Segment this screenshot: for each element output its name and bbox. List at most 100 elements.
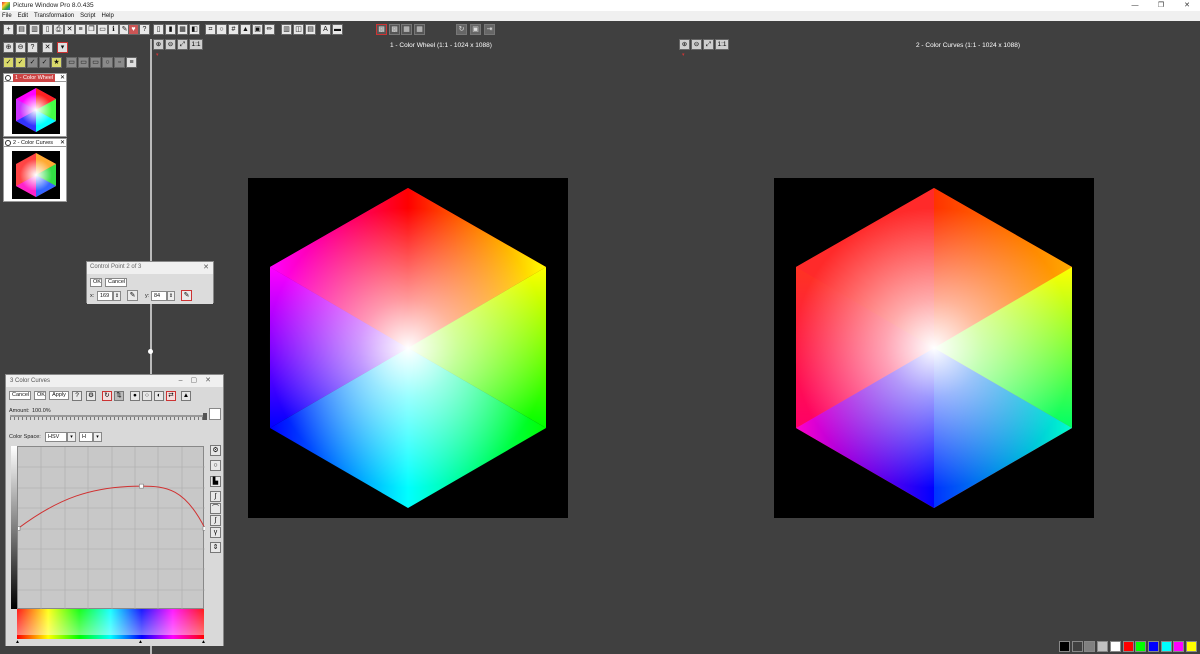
check-icon[interactable]: ✓ (3, 57, 14, 68)
mono-icon[interactable]: ▬ (332, 24, 343, 35)
thumbnail-radio[interactable] (5, 75, 11, 81)
view1-actual-size-button[interactable]: 1:1 (189, 39, 203, 50)
open-icon[interactable]: ▤ (16, 24, 27, 35)
color-curves-window-buttons[interactable]: –▢✕ (179, 376, 219, 384)
export-icon[interactable]: ⇥ (484, 24, 495, 35)
thumbnail-close-icon[interactable]: ✕ (60, 74, 65, 82)
menu-help[interactable]: Help (101, 13, 113, 19)
view1-fit-icon[interactable]: ⤢ (177, 39, 188, 50)
magnify-icon[interactable]: ○ (216, 24, 227, 35)
dropdown-icon[interactable]: ▾ (57, 42, 68, 53)
check-all-icon[interactable]: ✓ (15, 57, 26, 68)
channel-select[interactable]: H (79, 432, 93, 442)
view-double-icon[interactable]: ▮ (165, 24, 176, 35)
dim-tool4-icon[interactable]: ○ (102, 57, 113, 68)
close-button[interactable]: ✕ (1174, 0, 1200, 11)
amount-swatch[interactable] (209, 408, 221, 420)
curves-mask-half-icon[interactable]: ◐ (154, 391, 164, 401)
view2-actual-size-button[interactable]: 1:1 (715, 39, 729, 50)
view-single-icon[interactable]: ▯ (153, 24, 164, 35)
palette-swatch[interactable] (1173, 641, 1185, 652)
star-icon[interactable]: ★ (51, 57, 62, 68)
curves-histogram-icon[interactable]: ▲ (181, 391, 191, 401)
dim-tool1-icon[interactable]: ▭ (66, 57, 77, 68)
help-icon[interactable]: ? (139, 24, 150, 35)
tile-icon[interactable]: ▤ (305, 24, 316, 35)
image-icon[interactable]: ▣ (470, 24, 481, 35)
palette-swatch[interactable] (1160, 641, 1172, 652)
curve-histogram-icon[interactable]: ▙ (210, 476, 221, 487)
thumbnail-color-curves[interactable]: 2 - Color Curves ✕ (3, 138, 67, 202)
thumbnail-close-icon[interactable]: ✕ (60, 139, 65, 147)
copy-icon[interactable]: ❐ (86, 24, 97, 35)
curve-control-points[interactable] (18, 483, 205, 531)
palette-swatch[interactable] (1147, 641, 1159, 652)
color-wheel-canvas[interactable] (248, 178, 568, 518)
menu-script[interactable]: Script (80, 13, 95, 19)
close-doc-icon[interactable]: ✕ (64, 24, 75, 35)
mask-checker-icon[interactable]: ▩ (376, 24, 387, 35)
curves-apply-button[interactable]: Apply (49, 391, 69, 400)
save-icon[interactable]: ▥ (29, 24, 40, 35)
curve-svg[interactable] (18, 447, 205, 610)
palette-swatch[interactable] (1109, 641, 1121, 652)
curves-preview-icon[interactable]: ↻ (102, 391, 112, 401)
view2-fit-icon[interactable]: ⤢ (703, 39, 714, 50)
palette-swatch[interactable] (1135, 641, 1147, 652)
color-space-select[interactable]: HSV (45, 432, 67, 442)
fit-icon[interactable]: ✕ (42, 42, 53, 53)
curve-control-point[interactable] (202, 526, 205, 531)
layout-icon[interactable]: ▥ (281, 24, 292, 35)
curves-undo-icon[interactable]: ⇅ (114, 391, 124, 401)
menu-file[interactable]: File (2, 13, 12, 19)
panel-icon[interactable]: ▯ (42, 24, 53, 35)
compare-icon[interactable]: ◫ (293, 24, 304, 35)
slider-marker-mid-icon[interactable]: ▲ (138, 639, 143, 645)
minimize-button[interactable]: — (1122, 0, 1148, 11)
menu-transformation[interactable]: Transformation (34, 13, 74, 19)
curves-cancel-button[interactable]: Cancel (9, 391, 31, 400)
curve-reset-icon[interactable]: ⇕ (210, 542, 221, 553)
view-grid-icon[interactable]: ▦ (177, 24, 188, 35)
curves-mask-white-icon[interactable]: ○ (142, 391, 152, 401)
curve-gamma-icon[interactable]: γ (210, 527, 221, 538)
menu-edit[interactable]: Edit (18, 13, 28, 19)
y-value-field[interactable]: 84 (151, 291, 167, 301)
paste-icon[interactable]: ▭ (97, 24, 108, 35)
auto-icon[interactable]: A (320, 24, 331, 35)
palette-swatch[interactable] (1122, 641, 1134, 652)
counter-icon[interactable]: # (228, 24, 239, 35)
list-view-icon[interactable]: ≡ (126, 57, 137, 68)
dim-tool3-icon[interactable]: ▭ (90, 57, 101, 68)
control-point-cancel-button[interactable]: Cancel (105, 278, 127, 287)
grid-overlay-icon[interactable]: ▦ (414, 24, 425, 35)
amount-slider-thumb[interactable] (203, 413, 207, 420)
histogram-icon[interactable]: ▲ (240, 24, 251, 35)
color-space-dropdown-icon[interactable]: ▾ (67, 432, 76, 442)
zoom-out-icon[interactable]: ⊖ (15, 42, 26, 53)
check-dim2-icon[interactable]: ✓ (39, 57, 50, 68)
palette-swatch[interactable] (1071, 641, 1083, 652)
slider-marker-right-icon[interactable]: ▲ (201, 639, 206, 645)
x-eyedropper-icon[interactable]: ✎ (127, 290, 138, 301)
info-icon[interactable]: ℹ (108, 24, 119, 35)
view2-zoom-in-icon[interactable]: ⊕ (679, 39, 690, 50)
control-point-close-icon[interactable]: ✕ (203, 263, 209, 271)
curves-swap-icon[interactable]: ⇄ (166, 391, 176, 401)
channel-dropdown-icon[interactable]: ▾ (93, 432, 102, 442)
curves-settings-icon[interactable]: ⚙ (86, 391, 96, 401)
curve-graph[interactable] (17, 446, 205, 610)
print-icon[interactable]: ⎙ (53, 24, 64, 35)
thumbnail-color-wheel[interactable]: 1 - Color Wheel ✕ (3, 73, 67, 137)
view-split-icon[interactable]: ◧ (189, 24, 200, 35)
curve-settings-icon[interactable]: ⚙ (210, 445, 221, 456)
color-curves-canvas[interactable] (774, 178, 1094, 518)
thumbnail-radio[interactable] (5, 140, 11, 146)
x-value-field[interactable]: 169 (97, 291, 113, 301)
zoom-in-icon[interactable]: ⊕ (3, 42, 14, 53)
view2-zoom-out-icon[interactable]: ⊖ (691, 39, 702, 50)
new-icon[interactable]: + (3, 24, 14, 35)
y-spinner[interactable]: ⇕ (167, 291, 175, 301)
dim-tool5-icon[interactable]: ▫ (114, 57, 125, 68)
refresh-icon[interactable]: ↻ (456, 24, 467, 35)
